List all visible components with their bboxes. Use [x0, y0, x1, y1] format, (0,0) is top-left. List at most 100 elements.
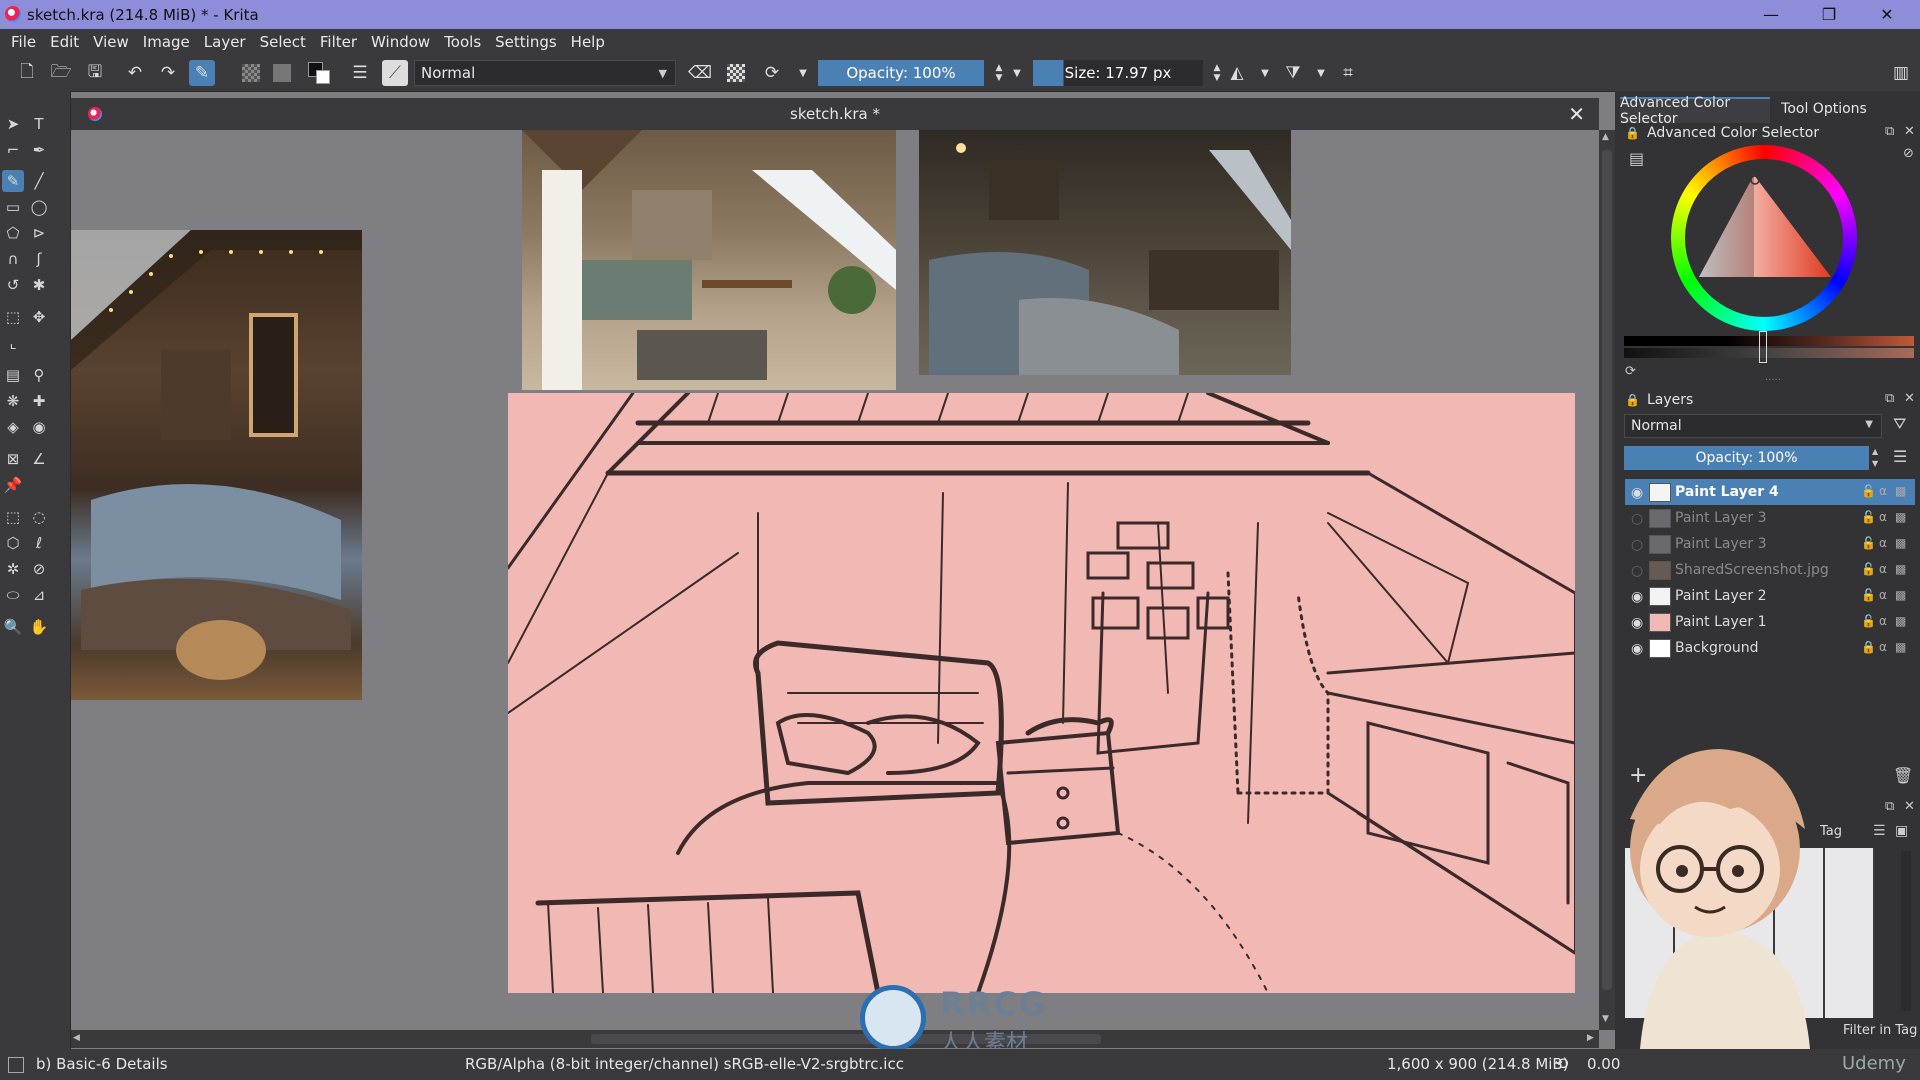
visibility-eye-icon[interactable]: ○ [1631, 563, 1645, 579]
menu-help[interactable]: Help [564, 33, 612, 51]
fg-bg-color-icon[interactable] [306, 60, 332, 86]
menu-view[interactable]: View [86, 33, 136, 51]
dropdown-arrow-icon[interactable]: ▼ [1004, 60, 1030, 86]
layer-row[interactable]: ◉ Paint Layer 4 🔓 α ▩ [1625, 479, 1915, 505]
opacity-slider[interactable]: Opacity: 100% [818, 60, 984, 86]
colorize-mask-icon[interactable]: ❋ [2, 390, 24, 412]
inherit-alpha-icon[interactable]: ▩ [1895, 614, 1906, 628]
inherit-alpha-icon[interactable]: ▩ [1895, 510, 1906, 524]
brush-size-slider[interactable]: Size: 17.97 px [1033, 60, 1203, 86]
menu-edit[interactable]: Edit [43, 33, 86, 51]
close-panel-icon[interactable]: ✕ [1904, 124, 1915, 139]
document-tab[interactable]: sketch.kra * ✕ [71, 98, 1599, 130]
fill-tool-icon[interactable]: ◈ [2, 416, 24, 438]
brush-preview-icon[interactable]: ⟋ [382, 60, 408, 86]
alpha-icon[interactable]: α [1879, 536, 1887, 550]
menu-file[interactable]: File [0, 33, 43, 51]
dropdown-arrow-icon[interactable]: ▼ [1252, 60, 1278, 86]
float-panel-icon[interactable]: ⧉ [1885, 124, 1894, 139]
layer-row[interactable]: ○ Paint Layer 3 🔓 α ▩ [1625, 505, 1915, 531]
layer-row[interactable]: ◉ Background 🔒 α ▩ [1625, 635, 1915, 661]
lock-icon[interactable]: 🔓 [1861, 614, 1876, 628]
ellipse-tool-icon[interactable]: ◯ [28, 196, 50, 218]
lock-icon[interactable]: 🔓 [1861, 510, 1876, 524]
layer-blend-mode-select[interactable]: Normal ▼ [1624, 414, 1882, 438]
restore-button[interactable]: ❐ [1800, 0, 1858, 29]
visibility-eye-icon[interactable]: ○ [1631, 511, 1645, 527]
shade-indicator[interactable] [1759, 331, 1767, 363]
alpha-icon[interactable]: α [1879, 640, 1887, 654]
layer-row[interactable]: ◉ Paint Layer 1 🔓 α ▩ [1625, 609, 1915, 635]
lock-icon[interactable]: 🔒 [1861, 640, 1876, 654]
scroll-right-icon[interactable]: ▶ [1587, 1033, 1594, 1043]
reference-tool-icon[interactable]: 📌 [2, 474, 24, 496]
mirror-vertical-icon[interactable]: ⧩ [1280, 60, 1306, 86]
ellipse-select-icon[interactable]: ◌ [28, 506, 50, 528]
reload-preset-icon[interactable]: ⟳ [759, 60, 785, 86]
rectangle-tool-icon[interactable]: ▭ [2, 196, 24, 218]
brush-presets-scrollbar[interactable] [1901, 851, 1911, 1011]
pan-tool-icon[interactable]: ✋ [28, 616, 50, 638]
redo-icon[interactable]: ↷ [155, 60, 181, 86]
measure-tool-icon[interactable]: ∠ [28, 448, 50, 470]
visibility-eye-icon[interactable]: ◉ [1631, 589, 1645, 605]
alpha-icon[interactable]: α [1879, 614, 1887, 628]
assistant-tool-icon[interactable]: ⊠ [2, 448, 24, 470]
shade-bar-2[interactable] [1624, 348, 1914, 358]
scroll-left-icon[interactable]: ◀ [73, 1033, 80, 1043]
menu-select[interactable]: Select [253, 33, 313, 51]
close-panel-icon[interactable]: ✕ [1904, 799, 1915, 814]
gradient-icon[interactable] [238, 60, 264, 86]
layer-menu-icon[interactable]: ☰ [1893, 447, 1907, 466]
close-window-button[interactable]: ✕ [1858, 0, 1916, 29]
polygon-tool-icon[interactable]: ⬠ [2, 222, 24, 244]
opacity-spin-icon[interactable]: ▲ ▼ [1872, 446, 1878, 470]
view-mode-icon[interactable]: ☰ [1873, 823, 1886, 839]
dynamic-brush-icon[interactable]: ↺ [2, 274, 24, 296]
layer-row[interactable]: ○ Paint Layer 3 🔓 α ▩ [1625, 531, 1915, 557]
transform-tool-icon[interactable]: ⬚ [2, 306, 24, 328]
lock-icon[interactable]: 🔓 [1861, 536, 1876, 550]
alpha-icon[interactable]: α [1879, 510, 1887, 524]
polyline-tool-icon[interactable]: ⊳ [28, 222, 50, 244]
visibility-eye-icon[interactable]: ◉ [1631, 641, 1645, 657]
rect-select-icon[interactable]: ⬚ [2, 506, 24, 528]
open-document-icon[interactable]: 🗁 [48, 60, 74, 86]
alpha-icon[interactable]: α [1879, 562, 1887, 576]
mirror-horizontal-icon[interactable]: ◭ [1224, 60, 1250, 86]
text-tool-icon[interactable]: T [28, 113, 50, 135]
tab-advanced-color-selector[interactable]: Advanced Color Selector [1620, 95, 1770, 127]
close-document-icon[interactable]: ✕ [1568, 102, 1585, 126]
color-picker-icon[interactable]: ⚲ [28, 364, 50, 386]
save-icon[interactable]: 🖫 [82, 60, 108, 86]
enclose-fill-icon[interactable]: ◉ [28, 416, 50, 438]
rotation-icon[interactable]: ⟲ [1555, 1054, 1568, 1073]
menu-window[interactable]: Window [364, 33, 437, 51]
lock-icon[interactable]: 🔓 [1861, 562, 1876, 576]
visibility-eye-icon[interactable]: ◉ [1631, 485, 1645, 501]
alpha-icon[interactable]: α [1879, 588, 1887, 602]
inherit-alpha-icon[interactable]: ▩ [1895, 588, 1906, 602]
preserve-alpha-icon[interactable] [723, 60, 749, 86]
pattern-icon[interactable] [269, 60, 295, 86]
visibility-eye-icon[interactable]: ○ [1631, 537, 1645, 553]
eraser-mode-icon[interactable]: ⌫ [687, 60, 713, 86]
close-panel-icon[interactable]: ✕ [1904, 391, 1915, 406]
contiguous-select-icon[interactable]: ✲ [2, 558, 24, 580]
bezier-tool-icon[interactable]: ∩ [2, 248, 24, 270]
magnetic-select-icon[interactable]: ⊿ [28, 584, 50, 606]
color-settings-icon[interactable]: ▤ [1629, 149, 1644, 168]
tab-tool-options[interactable]: Tool Options [1774, 97, 1874, 121]
no-color-icon[interactable]: ⊘ [1903, 146, 1914, 161]
shade-bar[interactable] [1624, 336, 1914, 346]
color-wheel[interactable] [1671, 145, 1857, 331]
undo-icon[interactable]: ↶ [122, 60, 148, 86]
float-panel-icon[interactable]: ⧉ [1885, 799, 1894, 814]
panel-toggle-icon[interactable]: ▥ [1888, 60, 1914, 86]
inherit-alpha-icon[interactable]: ▩ [1895, 562, 1906, 576]
save-preset-icon[interactable]: ▣ [1895, 823, 1908, 839]
horizontal-scrollbar[interactable]: ◀ ▶ [71, 1030, 1599, 1048]
wrap-around-icon[interactable]: ⌗ [1335, 60, 1361, 86]
color-triangle[interactable] [1671, 145, 1857, 331]
new-document-icon[interactable]: 🗋 [14, 60, 40, 86]
